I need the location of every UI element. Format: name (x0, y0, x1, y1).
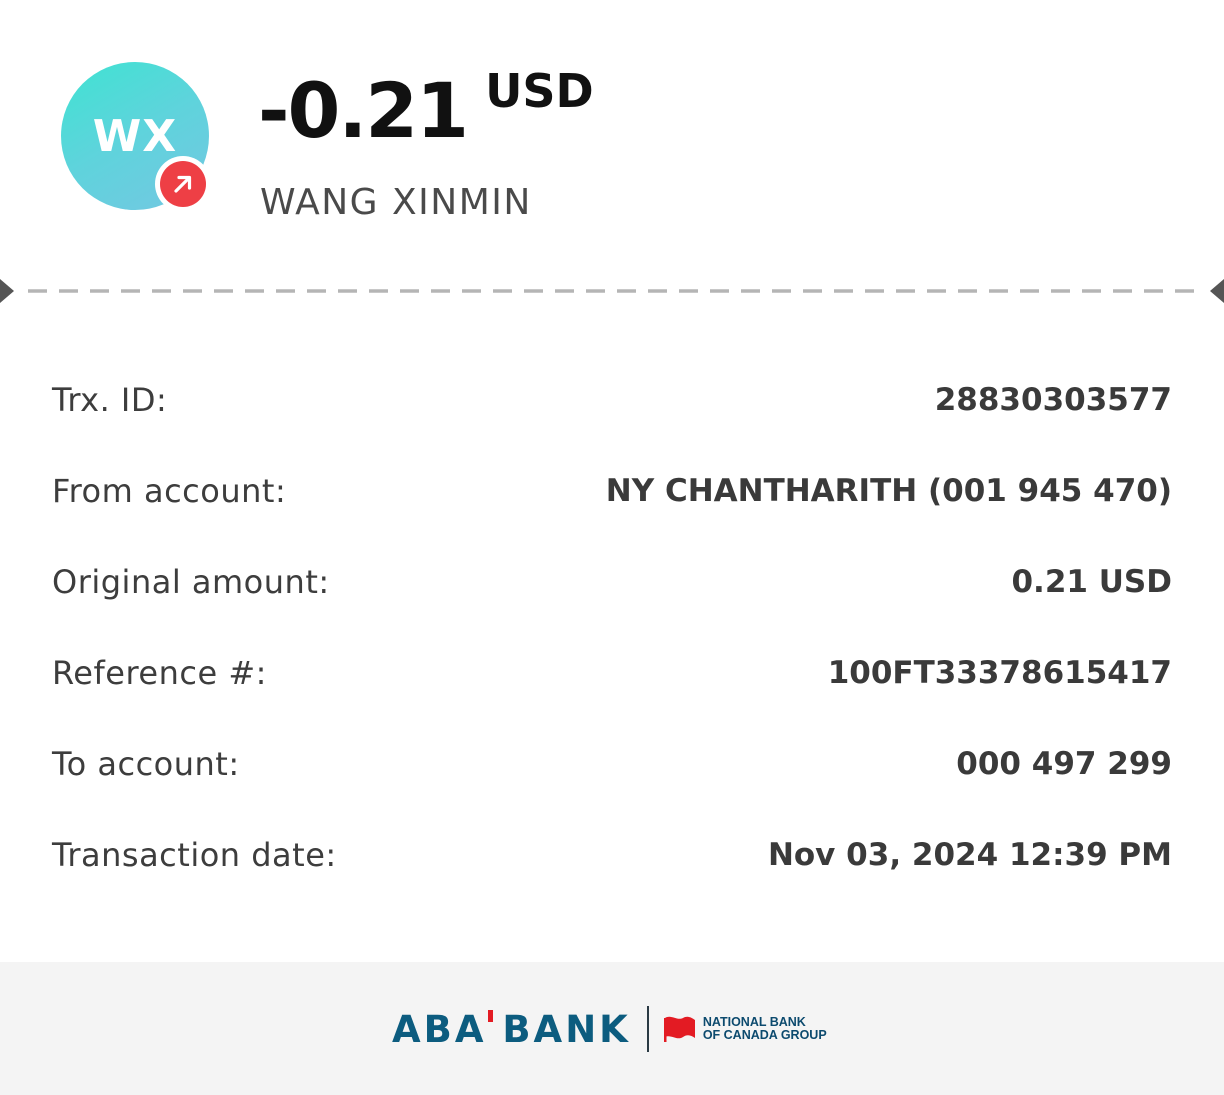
receipt-footer: ABA BANK NATIONAL BANK OF CANADA GROUP (0, 962, 1224, 1095)
nbc-wordmark: NATIONAL BANK OF CANADA GROUP (702, 1015, 827, 1042)
perforated-divider (0, 279, 1224, 303)
detail-value: 28830303577 (934, 381, 1172, 418)
detail-label: Original amount: (52, 562, 330, 601)
detail-label: To account: (52, 744, 240, 783)
detail-value: 0.21 USD (1011, 563, 1172, 600)
transaction-details: Trx. ID: 28830303577 From account: NY CH… (52, 354, 1172, 900)
detail-row-to-account: To account: 000 497 299 (52, 718, 1172, 809)
detail-label: Trx. ID: (52, 380, 168, 419)
brand-divider (646, 1006, 649, 1052)
avatar-initials: WX (92, 110, 178, 162)
amount-display: -0.21 USD (258, 64, 594, 166)
amount-currency: USD (485, 64, 594, 118)
arrow-up-right-icon (174, 175, 192, 193)
outgoing-badge (155, 156, 211, 212)
detail-value: NY CHANTHARITH (001 945 470) (605, 472, 1172, 509)
recipient-name: WANG XINMIN (260, 182, 532, 223)
detail-row-from-account: From account: NY CHANTHARITH (001 945 47… (52, 445, 1172, 536)
nbc-flag-icon (663, 1016, 695, 1042)
transaction-receipt: WX -0.21 USD WANG XINMIN Trx. ID: 288303… (0, 0, 1224, 1095)
detail-value: Nov 03, 2024 12:39 PM (767, 836, 1172, 873)
detail-label: From account: (52, 471, 287, 510)
detail-row-transaction-date: Transaction date: Nov 03, 2024 12:39 PM (52, 809, 1172, 900)
detail-row-trx-id: Trx. ID: 28830303577 (52, 354, 1172, 445)
detail-value: 000 497 299 (956, 745, 1172, 782)
detail-label: Transaction date: (52, 835, 337, 874)
detail-row-original-amount: Original amount: 0.21 USD (52, 536, 1172, 627)
amount-value: -0.21 (258, 66, 469, 155)
detail-label: Reference #: (52, 653, 267, 692)
detail-row-reference: Reference #: 100FT33378615417 (52, 627, 1172, 718)
detail-value: 100FT33378615417 (827, 654, 1172, 691)
bank-branding: ABA BANK NATIONAL BANK OF CANADA GROUP (392, 1004, 827, 1054)
aba-bank-logo: ABA BANK (392, 1007, 631, 1051)
